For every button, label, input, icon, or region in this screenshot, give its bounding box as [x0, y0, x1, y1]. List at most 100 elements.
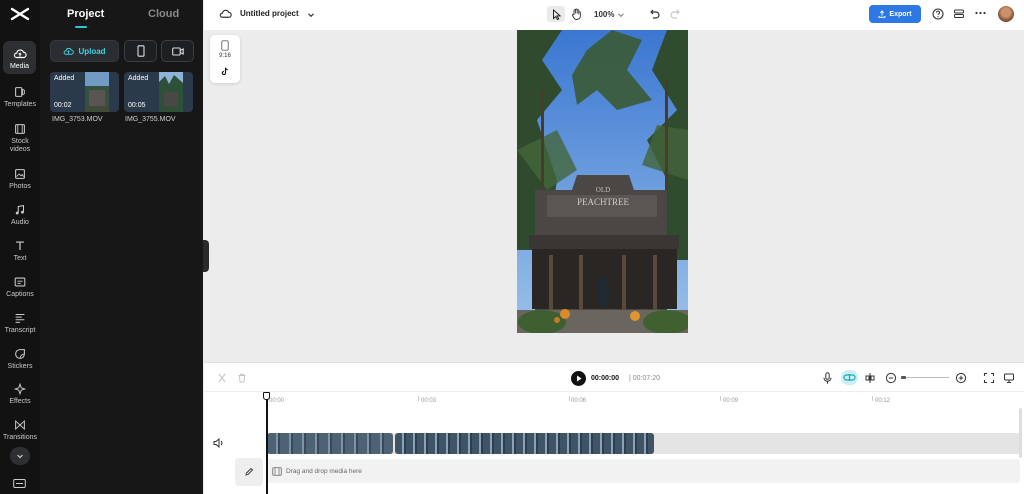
upload-button[interactable]: Upload: [50, 40, 119, 62]
duration-label: 00:02: [54, 102, 72, 109]
media-filename: IMG_3753.MOV: [52, 116, 103, 123]
video-thumbnail-image: [159, 72, 183, 112]
transcript-icon: [15, 314, 25, 323]
timeline-scrollbar[interactable]: [1019, 408, 1022, 458]
microphone-icon[interactable]: [823, 372, 832, 385]
pencil-icon: [245, 467, 254, 476]
export-button[interactable]: Export: [869, 5, 921, 23]
keyboard-shortcuts-button[interactable]: [13, 478, 26, 489]
video-preview[interactable]: OLD PEACHTREE: [517, 30, 688, 333]
ruler-label: 00:03: [421, 398, 437, 404]
media-drop-icon: [272, 467, 282, 476]
preview-mode-icon[interactable]: [1003, 372, 1015, 384]
drop-zone-text: Drag and drop media here: [286, 468, 362, 475]
phone-import-button[interactable]: [124, 40, 157, 62]
select-tool-button[interactable]: [547, 6, 565, 22]
video-frame-image: OLD PEACHTREE: [517, 30, 688, 333]
rail-item-stock-videos[interactable]: Stock videos: [0, 122, 40, 158]
total-duration: | 00:07:20: [629, 375, 661, 382]
left-rail: Media Templates Stock videos Photos Audi…: [0, 0, 40, 494]
more-options-icon[interactable]: [975, 11, 986, 15]
upload-label: Upload: [78, 46, 106, 56]
active-tab-indicator: [75, 26, 87, 28]
drop-zone[interactable]: [267, 459, 1020, 483]
delete-icon[interactable]: [237, 373, 247, 383]
media-thumbnail-1[interactable]: Added 00:02: [50, 72, 119, 112]
tab-project[interactable]: Project: [67, 8, 104, 20]
zoom-level[interactable]: 100%: [594, 10, 614, 19]
current-time: 00:00:00: [591, 375, 620, 382]
rail-item-captions[interactable]: Captions: [0, 275, 40, 311]
duration-label: 00:05: [128, 102, 146, 109]
track-volume-icon[interactable]: [213, 438, 224, 448]
tab-cloud[interactable]: Cloud: [148, 8, 179, 20]
sticker-icon: [15, 349, 25, 359]
aspect-ratio-card[interactable]: 9:16: [210, 35, 240, 83]
chevron-down-icon[interactable]: [617, 11, 625, 19]
ruler-label: 00:09: [723, 398, 739, 404]
photo-icon: [15, 169, 25, 179]
project-title[interactable]: Untitled project: [240, 9, 299, 18]
chevron-down-icon[interactable]: [307, 11, 315, 19]
rail-item-transcript[interactable]: Transcript: [0, 311, 40, 347]
aspect-ratio-label: 9:16: [219, 53, 231, 59]
rail-item-media[interactable]: Media: [3, 41, 36, 74]
playhead-handle[interactable]: [263, 392, 270, 400]
media-thumbnail-2[interactable]: Added 00:05: [124, 72, 193, 112]
zoom-in-icon[interactable]: [955, 372, 967, 384]
panel-collapse-handle[interactable]: [203, 240, 209, 272]
capcut-logo-icon[interactable]: [9, 5, 31, 23]
rail-item-text[interactable]: Text: [0, 239, 40, 275]
video-thumbnail-image: [85, 72, 109, 112]
fit-timeline-icon[interactable]: [983, 372, 995, 384]
media-panel: Project Cloud Upload Added 00:02 IMG_375…: [40, 0, 203, 494]
rail-item-label: Transitions: [3, 434, 37, 441]
storage-icon[interactable]: [953, 8, 965, 20]
ruler-label: 00:06: [571, 398, 587, 404]
edit-cover-button[interactable]: [235, 458, 263, 486]
redo-icon[interactable]: [670, 8, 681, 19]
rail-item-label: Stock videos: [9, 138, 31, 153]
media-filename: IMG_3755.MOV: [125, 116, 176, 123]
link-icon: [843, 374, 856, 381]
playhead[interactable]: [266, 393, 268, 494]
play-button[interactable]: [571, 371, 586, 386]
rail-item-label: Templates: [4, 101, 36, 108]
cursor-pointer-icon: [552, 8, 561, 20]
more-tools-button[interactable]: [10, 447, 30, 465]
text-icon: [16, 241, 24, 250]
play-icon: [577, 375, 582, 382]
export-label: Export: [889, 10, 912, 18]
zoom-slider[interactable]: [901, 376, 949, 379]
rail-item-photos[interactable]: Photos: [0, 167, 40, 203]
film-icon: [15, 124, 25, 134]
video-clip[interactable]: [267, 433, 393, 454]
avatar[interactable]: [998, 6, 1014, 22]
zoom-out-icon[interactable]: [885, 372, 897, 384]
cloud-upload-icon: [64, 47, 75, 55]
rail-item-label: Photos: [9, 183, 31, 190]
rail-item-label: Effects: [9, 398, 31, 405]
tiktok-icon: [221, 67, 228, 76]
rail-item-audio[interactable]: Audio: [0, 203, 40, 239]
cloud-sync-icon[interactable]: [219, 8, 232, 20]
video-clip[interactable]: [395, 433, 654, 454]
split-center-icon[interactable]: [864, 372, 876, 384]
hand-tool-icon[interactable]: [571, 8, 582, 20]
rail-item-stickers[interactable]: Stickers: [0, 347, 40, 383]
zoom-slider-handle[interactable]: [901, 376, 906, 379]
templates-icon: [15, 87, 25, 97]
auto-snap-toggle[interactable]: [841, 370, 858, 385]
undo-icon[interactable]: [649, 8, 660, 19]
help-icon[interactable]: [932, 8, 944, 20]
split-icon[interactable]: [217, 373, 227, 383]
rail-item-label: Transcript: [4, 327, 36, 334]
rail-item-effects[interactable]: Effects: [0, 382, 40, 418]
record-video-button[interactable]: [161, 40, 194, 62]
rail-item-templates[interactable]: Templates: [0, 85, 40, 121]
ruler-label: 00:12: [875, 398, 891, 404]
rail-item-label: Text: [13, 255, 27, 262]
phone-icon: [136, 45, 145, 57]
svg-text:OLD: OLD: [596, 186, 610, 194]
added-badge: Added: [54, 75, 75, 82]
